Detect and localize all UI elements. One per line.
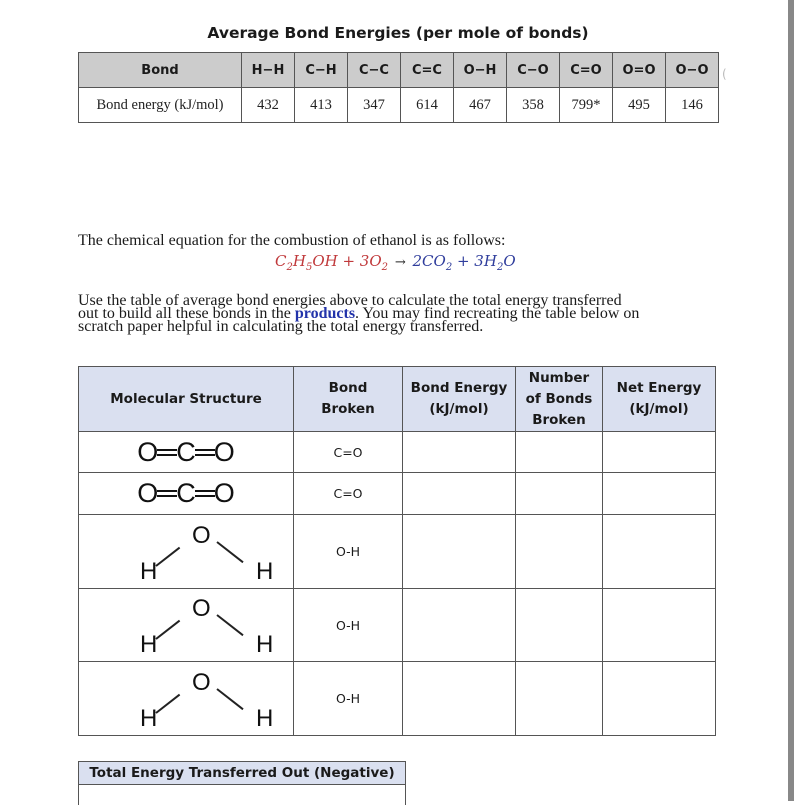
net-energy-input[interactable] bbox=[602, 472, 716, 515]
net-energy-input[interactable] bbox=[602, 661, 716, 736]
bond-energy-table: Bond H−H C−H C−C C=C O−H C−O C=O O=O O−O… bbox=[78, 52, 719, 123]
h2o-structure: H O H bbox=[78, 514, 294, 589]
scrollbar-rail[interactable] bbox=[788, 0, 794, 801]
energy-cell: 467 bbox=[453, 87, 507, 123]
double-bond-icon bbox=[157, 448, 178, 456]
bond-cell: C−C bbox=[347, 52, 401, 88]
mol-table-header-row: Molecular Structure Bond Broken Bond Ener… bbox=[78, 366, 716, 432]
num-bonds-input[interactable] bbox=[515, 588, 603, 662]
bond-cell: C=O bbox=[559, 52, 613, 88]
num-bonds-input[interactable] bbox=[515, 514, 603, 589]
table-row: OCO C=O bbox=[78, 472, 716, 515]
double-bond-icon bbox=[157, 490, 178, 498]
bond-energy-input[interactable] bbox=[402, 588, 516, 662]
energy-cell: 799* bbox=[559, 87, 613, 123]
chemical-equation: C2H5OH + 3O2 → 2CO2 + 3H2O bbox=[275, 252, 516, 273]
energy-cell: 495 bbox=[612, 87, 666, 123]
bond-cell: C−H bbox=[294, 52, 348, 88]
header-net-energy: Net Energy (kJ/mol) bbox=[602, 366, 716, 432]
bond-cell: O−O bbox=[665, 52, 719, 88]
table-row: H O H O-H bbox=[78, 514, 716, 589]
reaction-arrow: → bbox=[394, 255, 406, 270]
num-bonds-input[interactable] bbox=[515, 661, 603, 736]
num-bonds-input[interactable] bbox=[515, 431, 603, 473]
h2o-structure: H O H bbox=[78, 661, 294, 736]
bond-energy-input[interactable] bbox=[402, 514, 516, 589]
bond-broken-cell: O-H bbox=[293, 514, 403, 589]
header-bond-energy: Bond Energy (kJ/mol) bbox=[402, 366, 516, 432]
energy-cell: 413 bbox=[294, 87, 348, 123]
molecular-structure-table: Molecular Structure Bond Broken Bond Ener… bbox=[78, 366, 716, 736]
bond-cell: O−H bbox=[453, 52, 507, 88]
double-bond-icon bbox=[194, 448, 215, 456]
bond-header-label: Bond bbox=[78, 52, 242, 88]
bond-cell: O=O bbox=[612, 52, 666, 88]
energy-cell: 358 bbox=[506, 87, 560, 123]
bond-broken-cell: O-H bbox=[293, 588, 403, 662]
bond-cell: H−H bbox=[241, 52, 295, 88]
table-row: OCO C=O bbox=[78, 431, 716, 473]
bond-broken-cell: O-H bbox=[293, 661, 403, 736]
double-bond-icon bbox=[194, 490, 215, 498]
energy-cell: 432 bbox=[241, 87, 295, 123]
bond-cell: C−O bbox=[506, 52, 560, 88]
table-row: H O H O-H bbox=[78, 588, 716, 662]
energy-cell: 347 bbox=[347, 87, 401, 123]
header-molecular-structure: Molecular Structure bbox=[78, 366, 294, 432]
header-bond-broken: Bond Broken bbox=[293, 366, 403, 432]
energy-cell: 614 bbox=[400, 87, 454, 123]
text-cursor-mark: ( bbox=[722, 67, 727, 81]
energy-cell: 146 bbox=[665, 87, 719, 123]
co2-structure: OCO bbox=[78, 431, 294, 473]
energy-row-label: Bond energy (kJ/mol) bbox=[78, 87, 242, 123]
total-energy-label: Total Energy Transferred Out (Negative) bbox=[79, 762, 405, 785]
total-energy-box: Total Energy Transferred Out (Negative) bbox=[78, 761, 406, 805]
equation-products: 2CO2 + 3H2O bbox=[412, 252, 516, 273]
bond-broken-cell: C=O bbox=[293, 472, 403, 515]
header-number-of-bonds: Number of Bonds Broken bbox=[515, 366, 603, 432]
co2-structure: OCO bbox=[78, 472, 294, 515]
bond-table-title: Average Bond Energies (per mole of bonds… bbox=[207, 24, 589, 42]
equation-reactants: C2H5OH + 3O2 bbox=[275, 252, 389, 273]
bond-energy-input[interactable] bbox=[402, 472, 516, 515]
total-energy-input[interactable] bbox=[79, 785, 405, 805]
bond-table-header-row: Bond H−H C−H C−C C=C O−H C−O C=O O=O O−O bbox=[78, 52, 719, 88]
bond-energy-input[interactable] bbox=[402, 661, 516, 736]
net-energy-input[interactable] bbox=[602, 514, 716, 589]
bond-broken-cell: C=O bbox=[293, 431, 403, 473]
bond-cell: C=C bbox=[400, 52, 454, 88]
instructions-line-3: scratch paper helpful in calculating the… bbox=[78, 318, 484, 335]
table-row: H O H O-H bbox=[78, 661, 716, 736]
intro-text: The chemical equation for the combustion… bbox=[78, 232, 506, 249]
bond-energy-row: Bond energy (kJ/mol) 432 413 347 614 467… bbox=[78, 87, 719, 123]
net-energy-input[interactable] bbox=[602, 431, 716, 473]
bond-energy-input[interactable] bbox=[402, 431, 516, 473]
h2o-structure: H O H bbox=[78, 588, 294, 662]
num-bonds-input[interactable] bbox=[515, 472, 603, 515]
net-energy-input[interactable] bbox=[602, 588, 716, 662]
